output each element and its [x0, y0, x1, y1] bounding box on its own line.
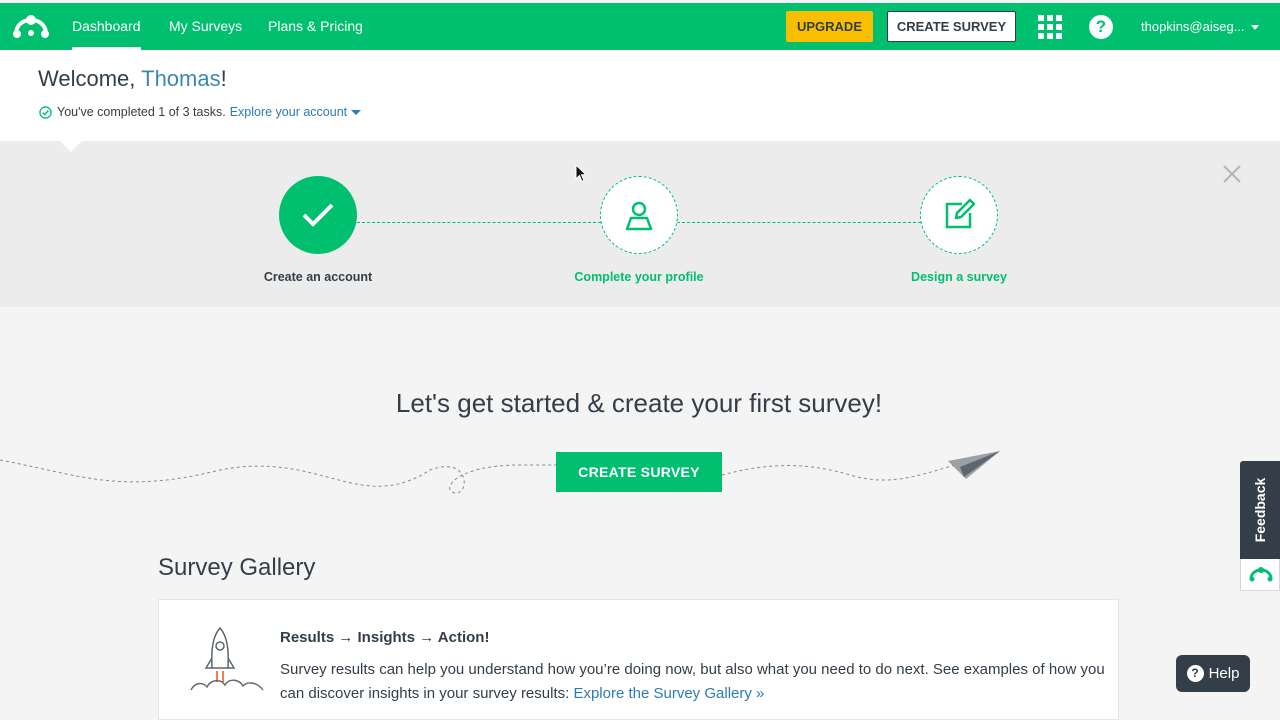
mouse-cursor-icon [575, 164, 587, 183]
step-connector [677, 222, 921, 223]
step-connector [357, 222, 601, 223]
welcome-pointer [60, 141, 82, 152]
nav-my-surveys[interactable]: My Surveys [169, 3, 242, 50]
user-menu[interactable]: thopkins@aiseg... [1141, 3, 1259, 50]
question-circle-icon: ? [1186, 665, 1204, 682]
tasks-progress: You've completed 1 of 3 tasks. Explore y… [39, 105, 362, 119]
welcome-panel: Welcome, Thomas! You've completed 1 of 3… [0, 50, 1280, 141]
greeting-text: Welcome, [38, 66, 142, 91]
card-description: Survey results can help you understand h… [280, 658, 1110, 706]
caret-down-icon [351, 110, 362, 116]
top-nav: Dashboard My Surveys Plans & Pricing UPG… [0, 3, 1280, 50]
paper-plane-icon [948, 451, 1000, 479]
chevron-down-icon [1250, 25, 1259, 31]
dashed-flight-path [0, 451, 1000, 494]
onboarding-steps: Create an account Complete your profile … [0, 141, 1280, 307]
check-circle-icon [39, 105, 52, 119]
help-button[interactable]: ? Help [1176, 655, 1250, 692]
gallery-card: Results → Insights → Action! Survey resu… [158, 599, 1119, 720]
user-email: thopkins@aiseg... [1141, 19, 1245, 34]
surveymonkey-small-icon [1249, 567, 1273, 582]
get-started-title: Let's get started & create your first su… [395, 388, 883, 418]
card-heading: Results → Insights → Action! [280, 629, 490, 646]
survey-gallery-title: Survey Gallery [158, 554, 316, 581]
step-create-account [279, 176, 357, 254]
explore-account-label: Explore your account [229, 105, 348, 119]
step-design-survey[interactable] [920, 176, 998, 254]
feedback-label: Feedback [1252, 477, 1268, 543]
feedback-tab[interactable]: Feedback [1240, 461, 1280, 559]
question-icon[interactable]: ? [1089, 15, 1113, 39]
create-survey-top-button[interactable]: CREATE SURVEY [887, 11, 1016, 42]
step-complete-profile[interactable] [600, 176, 678, 254]
upgrade-button[interactable]: UPGRADE [786, 11, 873, 42]
step-label[interactable]: Design a survey [859, 270, 1059, 284]
create-survey-button[interactable]: CREATE SURVEY [556, 452, 722, 492]
explore-account-link[interactable]: Explore your account [229, 105, 362, 119]
step-label: Create an account [263, 270, 373, 284]
nav-plans-pricing[interactable]: Plans & Pricing [268, 3, 363, 50]
grid-icon[interactable] [1038, 15, 1062, 39]
close-icon[interactable] [1221, 163, 1243, 185]
page-title: Welcome, Thomas! [38, 66, 227, 92]
user-name: Thomas [141, 66, 221, 91]
user-icon [625, 201, 653, 231]
explore-gallery-link[interactable]: Explore the Survey Gallery » [573, 685, 764, 702]
rocket-icon [190, 626, 264, 691]
step-label[interactable]: Complete your profile [539, 270, 739, 284]
nav-dashboard[interactable]: Dashboard [72, 3, 141, 50]
tasks-text: You've completed 1 of 3 tasks. [57, 105, 226, 119]
feedback-logo[interactable] [1240, 559, 1280, 591]
edit-icon [945, 198, 976, 229]
help-label: Help [1208, 665, 1240, 682]
greeting-punct: ! [220, 66, 227, 91]
check-icon [302, 203, 334, 227]
surveymonkey-logo-icon[interactable] [13, 12, 49, 40]
